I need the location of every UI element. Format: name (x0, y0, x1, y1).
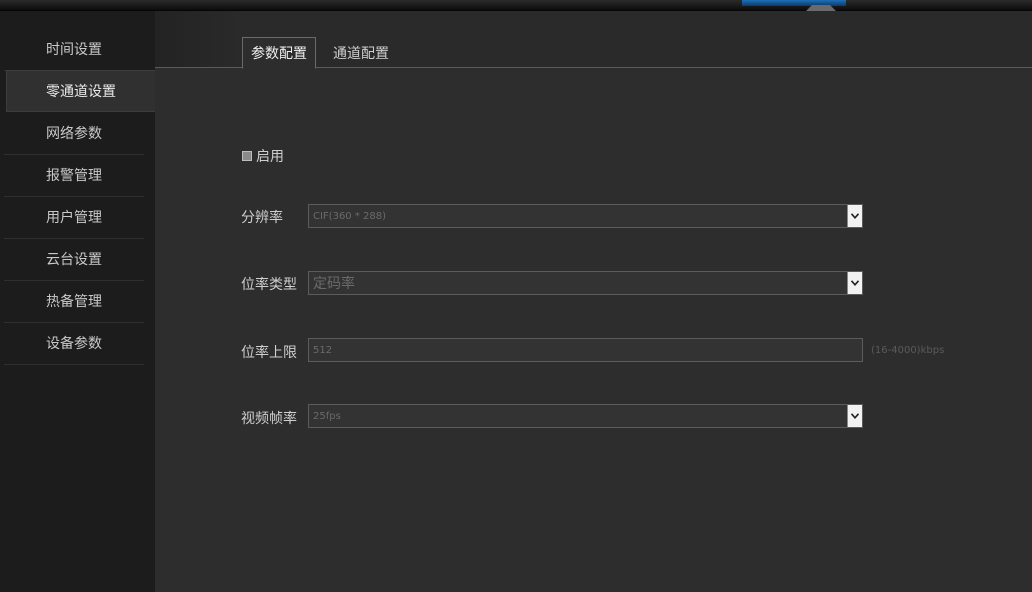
frame-rate-label: 视频帧率 (241, 411, 297, 427)
sidebar-item-device[interactable]: 设备参数 (4, 322, 144, 365)
resolution-value: CIF(360 * 288) (313, 210, 387, 222)
sidebar-item-user[interactable]: 用户管理 (4, 196, 144, 239)
sidebar: 时间设置 零通道设置 网络参数 报警管理 用户管理 云台设置 热备管理 设备参数 (0, 11, 155, 592)
resolution-select[interactable]: CIF(360 * 288) (308, 204, 863, 228)
sidebar-item-alarm[interactable]: 报警管理 (4, 154, 144, 197)
sidebar-item-zero-channel[interactable]: 零通道设置 (6, 70, 155, 112)
chevron-down-icon[interactable] (847, 272, 862, 294)
bitrate-type-select[interactable]: 定码率 (308, 271, 863, 295)
top-bar (0, 0, 1032, 11)
tab-param-config[interactable]: 参数配置 (242, 37, 316, 69)
resolution-label: 分辨率 (241, 210, 283, 226)
sidebar-item-network[interactable]: 网络参数 (4, 112, 144, 155)
checkbox-icon[interactable] (242, 151, 252, 161)
chevron-down-icon[interactable] (847, 205, 862, 227)
sidebar-item-time[interactable]: 时间设置 (4, 28, 144, 71)
bitrate-limit-input[interactable]: 512 (308, 338, 863, 362)
top-highlight (742, 0, 846, 6)
bitrate-type-label: 位率类型 (241, 277, 297, 293)
sidebar-item-hotbackup[interactable]: 热备管理 (4, 280, 144, 323)
frame-rate-value: 25fps (313, 410, 341, 422)
bitrate-limit-label: 位率上限 (241, 345, 297, 361)
chevron-down-icon[interactable] (847, 405, 862, 427)
sidebar-item-ptz[interactable]: 云台设置 (4, 238, 144, 281)
bitrate-type-value: 定码率 (313, 276, 355, 292)
enable-label: 启用 (256, 149, 284, 165)
tab-channel-config[interactable]: 通道配置 (326, 37, 396, 68)
bitrate-limit-value: 512 (313, 344, 333, 356)
frame-rate-select[interactable]: 25fps (308, 404, 863, 428)
enable-checkbox[interactable]: 启用 (242, 146, 284, 166)
bitrate-limit-hint: (16-4000)kbps (871, 345, 945, 356)
